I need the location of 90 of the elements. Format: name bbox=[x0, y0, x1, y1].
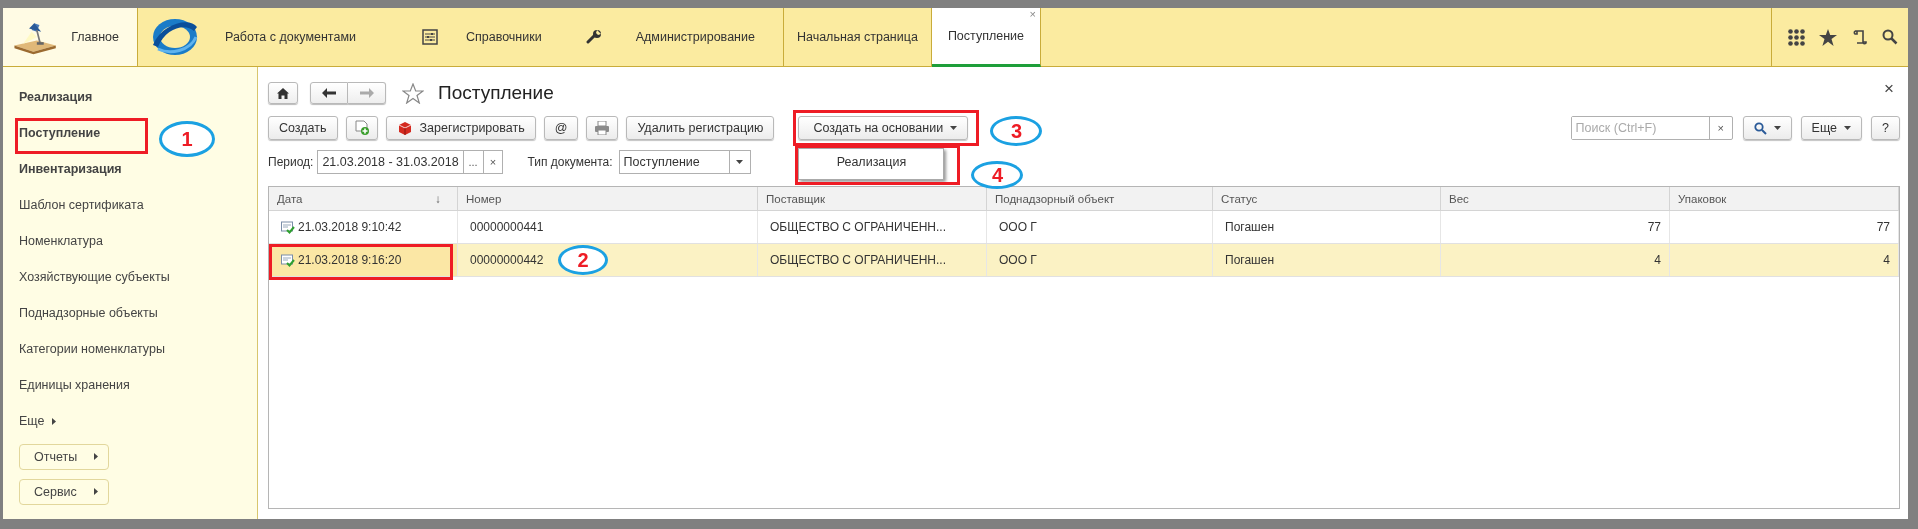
close-icon[interactable]: × bbox=[1029, 8, 1037, 20]
column-header[interactable]: Упаковок bbox=[1670, 187, 1899, 211]
more-link[interactable]: Еще bbox=[19, 414, 57, 428]
register-button[interactable]: Зарегистрировать bbox=[385, 116, 536, 140]
step-marker: 2 bbox=[558, 245, 608, 275]
table-cell: 4 bbox=[1883, 253, 1890, 267]
apps-grid-icon[interactable] bbox=[1788, 28, 1805, 46]
close-icon[interactable]: × bbox=[1884, 79, 1894, 99]
dropdown-button[interactable]: Создать на основании bbox=[798, 116, 969, 140]
table-cell: ООО Г bbox=[999, 253, 1037, 267]
table-cell: 21.03.2018 9:16:20 bbox=[298, 253, 402, 267]
column-header[interactable]: Номер bbox=[458, 187, 758, 211]
table-cell: Погашен bbox=[1225, 253, 1274, 267]
section-link[interactable]: Администрирование bbox=[559, 8, 783, 66]
caret-icon bbox=[94, 453, 98, 460]
star-outline-icon[interactable] bbox=[402, 82, 424, 104]
table-cell: ООО Г bbox=[999, 220, 1037, 234]
back-button[interactable] bbox=[310, 82, 348, 104]
search-icon[interactable] bbox=[1882, 29, 1898, 45]
table-cell: 21.03.2018 9:10:42 bbox=[298, 220, 402, 234]
group-button[interactable]: Сервис bbox=[19, 478, 109, 505]
search-field[interactable]: Поиск (Ctrl+F) × bbox=[1570, 116, 1733, 140]
add-document-icon bbox=[353, 120, 370, 136]
sidebar-section-link[interactable]: Реализация bbox=[19, 90, 93, 104]
toolbar-button[interactable]: @ bbox=[543, 116, 579, 140]
search-options-button[interactable] bbox=[1742, 116, 1792, 140]
more-button[interactable]: Еще bbox=[1800, 116, 1863, 140]
pick-button[interactable]: ... bbox=[462, 151, 483, 173]
table-row[interactable]: 21.03.2018 9:16:20 00000000442 2 ОБЩЕСТВО С ОГРАНИЧЕНН... ООО Г Погашен 4 4 bbox=[269, 244, 1899, 277]
star-icon[interactable] bbox=[1819, 28, 1837, 46]
table-cell: 00000000442 bbox=[470, 253, 544, 267]
sliders-icon bbox=[422, 29, 438, 45]
column-header[interactable]: Поднадзорный объект bbox=[987, 187, 1213, 211]
field-label: Период: bbox=[268, 155, 314, 169]
sidebar-section-link[interactable]: Инвентаризация bbox=[19, 162, 122, 176]
help-button[interactable]: ? bbox=[1871, 116, 1900, 140]
caret-icon bbox=[950, 126, 958, 130]
sort-arrow: ↓ bbox=[435, 192, 442, 205]
wrench-icon bbox=[585, 29, 602, 45]
tab[interactable]: Начальная страница bbox=[783, 8, 932, 66]
right-arrow-icon bbox=[359, 88, 374, 98]
tab[interactable]: Поступление × bbox=[931, 8, 1042, 67]
posted-document-icon bbox=[281, 253, 295, 267]
home-section[interactable]: Главное bbox=[3, 8, 138, 66]
home-button[interactable] bbox=[268, 82, 298, 104]
search-icon bbox=[1753, 121, 1767, 135]
cube-icon bbox=[396, 120, 413, 136]
printer-icon bbox=[594, 121, 611, 135]
step-marker: 3 bbox=[990, 116, 1043, 146]
column-header[interactable]: Поставщик bbox=[758, 187, 987, 211]
table-cell: 4 bbox=[1654, 253, 1661, 267]
sidebar-link[interactable]: Номенклатура bbox=[19, 234, 103, 248]
sidebar-link[interactable]: Шаблон сертификата bbox=[19, 198, 144, 212]
print-button[interactable] bbox=[586, 116, 619, 140]
toolbar-button[interactable]: Удалить регистрацию bbox=[626, 116, 775, 140]
sidebar-link[interactable]: Хозяйствующие субъекты bbox=[19, 270, 170, 284]
sidebar-link[interactable]: Поднадзорные объекты bbox=[19, 306, 158, 320]
menu-item[interactable]: Реализация bbox=[799, 149, 944, 175]
caret-icon bbox=[52, 417, 57, 425]
sidebar-link[interactable]: Категории номенклатуры bbox=[19, 342, 165, 356]
column-header[interactable]: Статус bbox=[1213, 187, 1441, 211]
sidebar-section-link[interactable]: Поступление bbox=[19, 126, 101, 140]
table-cell: 77 bbox=[1647, 220, 1661, 234]
table-cell: ОБЩЕСТВО С ОГРАНИЧЕНН... bbox=[770, 253, 946, 267]
posted-document-icon bbox=[281, 220, 295, 234]
caret-icon bbox=[1773, 126, 1781, 130]
home-icon bbox=[277, 87, 289, 99]
sidebar-link[interactable]: Единицы хранения bbox=[19, 378, 130, 392]
column-header[interactable]: Вес bbox=[1441, 187, 1670, 211]
caret-icon bbox=[94, 488, 98, 495]
type-select[interactable]: Поступление bbox=[618, 150, 751, 174]
table-cell: 77 bbox=[1876, 220, 1890, 234]
section-link[interactable]: Работа с документами bbox=[138, 8, 374, 66]
caret-icon bbox=[736, 160, 744, 164]
column-header[interactable]: Дата ↓ bbox=[269, 187, 458, 211]
form-title: Поступление bbox=[438, 82, 554, 104]
add-document-button[interactable] bbox=[345, 116, 378, 140]
scroll-icon[interactable] bbox=[1851, 28, 1868, 46]
table-cell: ОБЩЕСТВО С ОГРАНИЧЕНН... bbox=[770, 220, 946, 234]
toolbar-button[interactable]: Создать bbox=[268, 116, 338, 140]
table-cell: Погашен bbox=[1225, 220, 1274, 234]
section-link[interactable]: Справочники bbox=[374, 8, 560, 66]
left-arrow-icon bbox=[322, 88, 336, 98]
caret-icon bbox=[1844, 126, 1852, 130]
step-marker: 4 bbox=[971, 161, 1024, 189]
period-field[interactable]: 21.03.2018 - 31.03.2018 ... × bbox=[317, 150, 504, 174]
table-cell: 00000000441 bbox=[470, 220, 544, 234]
field-label: Тип документа: bbox=[527, 155, 613, 169]
step-marker: 1 bbox=[159, 121, 215, 157]
group-button[interactable]: Отчеты bbox=[19, 443, 109, 470]
